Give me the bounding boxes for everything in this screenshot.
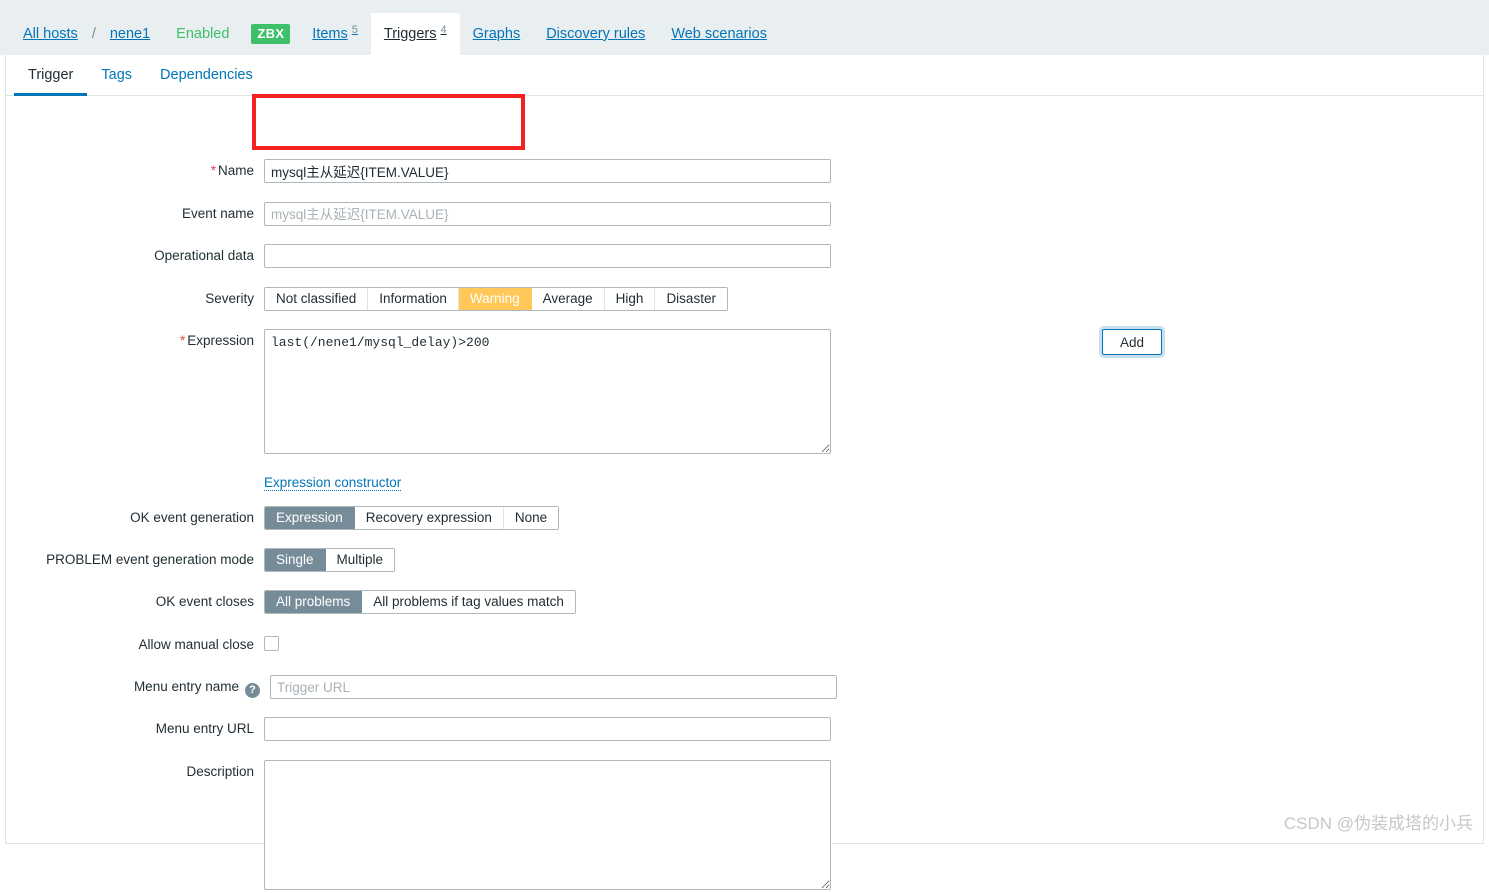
form-tab-bar: Trigger Tags Dependencies xyxy=(6,55,1483,96)
label-severity: Severity xyxy=(205,291,254,306)
tab-dependencies[interactable]: Dependencies xyxy=(146,55,267,95)
field-menu-entry-name xyxy=(270,675,837,699)
row-description: Description xyxy=(6,760,831,893)
host-tab-graphs[interactable]: Graphs xyxy=(460,13,534,55)
host-tab-triggers-label: Triggers xyxy=(383,25,437,42)
ok-event-generation-option-recovery-expression[interactable]: Recovery expression xyxy=(354,507,504,529)
row-expression: *Expression Add xyxy=(6,329,1162,457)
severity-option-not-classified[interactable]: Not classified xyxy=(265,288,369,310)
severity-option-disaster[interactable]: Disaster xyxy=(655,288,727,310)
field-menu-entry-url xyxy=(264,717,831,741)
row-ok-event-generation: OK event generation Expression Recovery … xyxy=(6,506,560,530)
ok-event-generation-radio-group: Expression Recovery expression None xyxy=(264,506,560,530)
label-menu-entry-name-text: Menu entry name xyxy=(133,679,239,694)
field-severity: Not classified Information Warning Avera… xyxy=(264,287,728,311)
name-input[interactable] xyxy=(264,159,831,183)
host-tab-graphs-label: Graphs xyxy=(472,25,521,42)
problem-event-generation-mode-radio-group: Single Multiple xyxy=(264,548,396,572)
field-allow-manual-close xyxy=(264,633,279,654)
label-problem-event-generation-mode: PROBLEM event generation mode xyxy=(46,552,254,567)
row-problem-event-generation-mode: PROBLEM event generation mode Single Mul… xyxy=(6,548,396,572)
host-tab-triggers-count: 4 xyxy=(440,24,447,36)
label-event-name: Event name xyxy=(181,206,254,221)
required-asterisk-name: * xyxy=(210,163,216,178)
field-description xyxy=(264,760,831,893)
menu-entry-name-input[interactable] xyxy=(270,675,837,699)
problem-event-generation-mode-option-single[interactable]: Single xyxy=(265,549,326,571)
watermark-text: CSDN @伪装成塔的小兵 xyxy=(1283,814,1473,833)
label-expression-text: Expression xyxy=(187,333,254,348)
ok-event-closes-option-all-problems-if-tag-values-match[interactable]: All problems if tag values match xyxy=(362,591,575,613)
problem-event-generation-mode-option-multiple[interactable]: Multiple xyxy=(325,549,395,571)
field-expression-constructor: Expression constructor xyxy=(264,474,402,492)
field-ok-event-closes: All problems All problems if tag values … xyxy=(264,590,576,614)
row-expression-constructor: Expression constructor xyxy=(6,474,402,492)
row-allow-manual-close: Allow manual close xyxy=(6,633,279,657)
host-status-label: Enabled xyxy=(176,25,230,42)
severity-option-high[interactable]: High xyxy=(604,288,656,310)
field-problem-event-generation-mode: Single Multiple xyxy=(264,548,396,572)
tab-trigger[interactable]: Trigger xyxy=(14,55,88,96)
severity-option-warning[interactable]: Warning xyxy=(458,288,532,310)
label-allow-manual-close: Allow manual close xyxy=(138,637,254,652)
row-event-name: Event name xyxy=(6,202,831,226)
host-tab-triggers[interactable]: Triggers 4 xyxy=(370,13,460,55)
label-description: Description xyxy=(186,764,254,779)
label-ok-event-closes: OK event closes xyxy=(155,594,254,609)
zbx-agent-badge[interactable]: ZBX xyxy=(251,23,291,45)
host-tab-items-label: Items xyxy=(312,25,348,42)
severity-option-average[interactable]: Average xyxy=(531,288,605,310)
tab-tags[interactable]: Tags xyxy=(87,55,146,95)
add-expression-button[interactable]: Add xyxy=(1102,329,1162,355)
host-tab-web-scenarios[interactable]: Web scenarios xyxy=(658,13,780,55)
menu-entry-url-input[interactable] xyxy=(264,717,831,741)
host-tab-discovery-rules[interactable]: Discovery rules xyxy=(533,13,658,55)
host-nav: All hosts / nene1 Enabled ZBX Items 5 Tr… xyxy=(10,13,780,55)
label-name: * Name xyxy=(6,159,264,183)
severity-option-information[interactable]: Information xyxy=(368,288,459,310)
label-expression: * Expression xyxy=(6,329,264,353)
severity-radio-group: Not classified Information Warning Avera… xyxy=(264,287,728,311)
label-name-text: Name xyxy=(217,163,254,178)
allow-manual-close-checkbox[interactable] xyxy=(264,636,279,651)
field-name xyxy=(264,159,831,183)
expression-textarea[interactable] xyxy=(264,329,831,454)
event-name-input[interactable] xyxy=(264,202,831,226)
breadcrumb-all-hosts[interactable]: All hosts xyxy=(10,13,91,55)
host-tab-web-scenarios-label: Web scenarios xyxy=(671,25,767,42)
required-asterisk-expression: * xyxy=(179,333,186,348)
field-expression: Add xyxy=(264,329,1162,457)
row-ok-event-closes: OK event closes All problems All problem… xyxy=(6,590,576,614)
operational-data-input[interactable] xyxy=(264,244,831,268)
label-menu-entry-url: Menu entry URL xyxy=(155,721,254,736)
field-event-name xyxy=(264,202,831,226)
field-operational-data xyxy=(264,244,831,268)
field-ok-event-generation: Expression Recovery expression None xyxy=(264,506,560,530)
host-breadcrumb-bar: All hosts / nene1 Enabled ZBX Items 5 Tr… xyxy=(0,0,1489,55)
host-tab-items[interactable]: Items 5 xyxy=(299,13,371,55)
label-operational-data: Operational data xyxy=(154,248,254,263)
expression-constructor-link[interactable]: Expression constructor xyxy=(264,475,402,491)
host-tab-items-count: 5 xyxy=(351,24,358,36)
help-icon[interactable]: ? xyxy=(245,683,260,698)
host-tab-discovery-rules-label: Discovery rules xyxy=(546,25,646,42)
label-ok-event-generation: OK event generation xyxy=(130,510,254,525)
label-menu-entry-name: Menu entry name? xyxy=(6,675,264,699)
zbx-badge-wrap: ZBX xyxy=(242,13,299,55)
ok-event-generation-option-expression[interactable]: Expression xyxy=(265,507,355,529)
ok-event-closes-radio-group: All problems All problems if tag values … xyxy=(264,590,576,614)
breadcrumb-host-name[interactable]: nene1 xyxy=(97,13,163,55)
row-name: * Name xyxy=(6,159,831,183)
row-operational-data: Operational data xyxy=(6,244,831,268)
ok-event-closes-option-all-problems[interactable]: All problems xyxy=(265,591,363,613)
row-severity: Severity Not classified Information Warn… xyxy=(6,287,728,311)
description-textarea[interactable] xyxy=(264,760,831,890)
trigger-form-card: Trigger Tags Dependencies *Name Event na… xyxy=(5,55,1484,890)
row-menu-entry-url: Menu entry URL xyxy=(6,717,831,741)
ok-event-generation-option-none[interactable]: None xyxy=(503,507,559,529)
row-menu-entry-name: Menu entry name? xyxy=(6,675,837,699)
